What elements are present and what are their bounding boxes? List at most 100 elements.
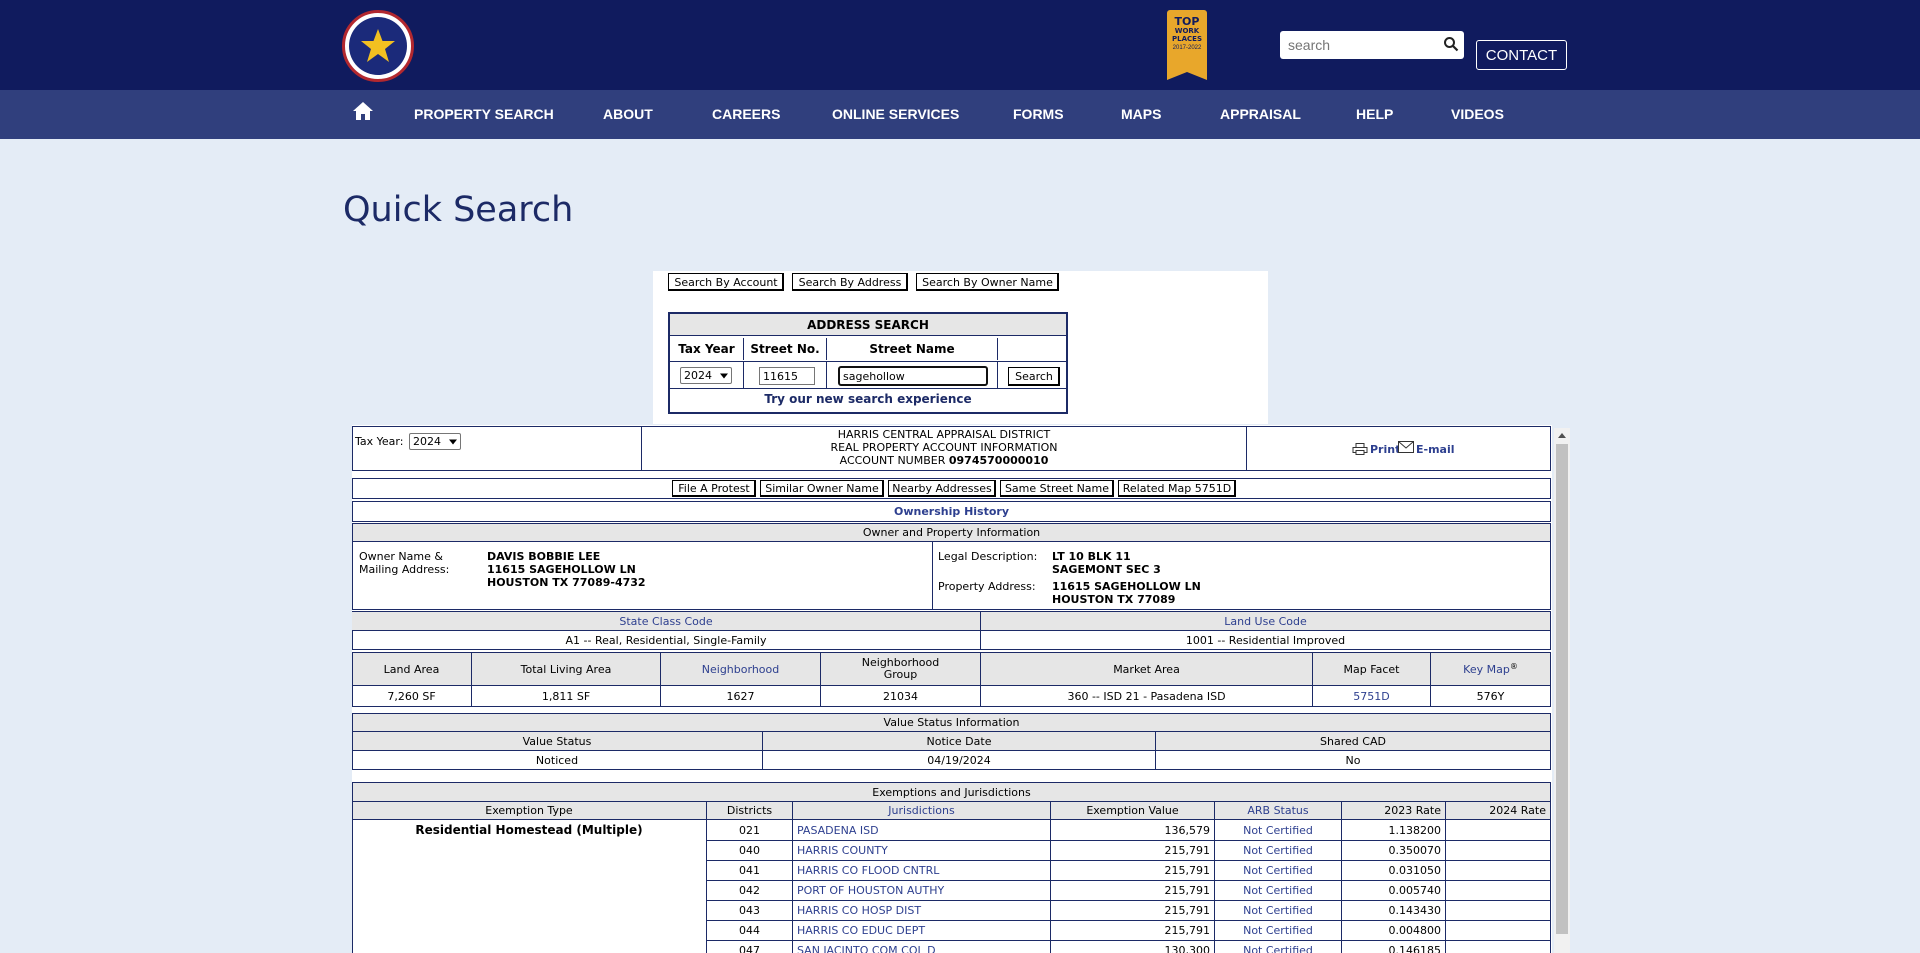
owner-address: DAVIS BOBBIE LEE 11615 SAGEHOLLOW LN HOU… bbox=[487, 550, 646, 589]
neighborhood-header[interactable]: Neighborhood bbox=[661, 653, 820, 685]
living-area-value: 1,811 SF bbox=[541, 689, 591, 703]
page-title: Quick Search bbox=[343, 190, 574, 230]
search-by-account-tab[interactable]: Search By Account bbox=[668, 273, 784, 291]
address-tax-year-value: 2024 bbox=[684, 369, 712, 382]
legal-description: LT 10 BLK 11 SAGEMONT SEC 3 bbox=[1052, 550, 1161, 576]
printer-icon bbox=[1352, 443, 1368, 455]
legal-line2: SAGEMONT SEC 3 bbox=[1052, 563, 1161, 576]
arb-status[interactable]: Not Certified bbox=[1215, 880, 1341, 900]
district-code: 041 bbox=[739, 863, 760, 877]
arb-status[interactable]: Not Certified bbox=[1215, 940, 1341, 953]
value-status-title: Value Status Information bbox=[883, 716, 1020, 729]
rate-2024 bbox=[1446, 940, 1550, 953]
street-name-input[interactable]: sagehollow bbox=[838, 366, 988, 386]
exemption-type-header: Exemption Type bbox=[485, 804, 573, 817]
exemption-value: 215,791 bbox=[1164, 903, 1211, 917]
results-scrollbar[interactable] bbox=[1554, 428, 1570, 953]
land-area-value: 7,260 SF bbox=[387, 689, 436, 703]
nav-about[interactable]: ABOUT bbox=[603, 106, 653, 122]
top-workplaces-badge: TOP WORK PLACES 2017-2022 bbox=[1167, 10, 1207, 80]
envelope-icon bbox=[1398, 441, 1414, 453]
top-header: TOP WORK PLACES 2017-2022 CONTACT bbox=[0, 0, 1920, 90]
nav-help[interactable]: HELP bbox=[1356, 106, 1393, 122]
nav-videos[interactable]: VIDEOS bbox=[1451, 106, 1504, 122]
neighborhood-group-line2: Group bbox=[883, 668, 918, 681]
nav-careers[interactable]: CAREERS bbox=[712, 106, 780, 122]
value-status-value: Noticed bbox=[535, 753, 579, 767]
contact-button[interactable]: CONTACT bbox=[1476, 40, 1567, 70]
scroll-thumb[interactable] bbox=[1556, 444, 1568, 934]
property-street: 11615 SAGEHOLLOW LN bbox=[1052, 580, 1201, 593]
site-search-input[interactable] bbox=[1280, 31, 1430, 59]
district-code: 047 bbox=[739, 943, 760, 953]
main-nav: PROPERTY SEARCH ABOUT CAREERS ONLINE SER… bbox=[0, 90, 1920, 139]
rate-2023: 0.350070 bbox=[1388, 843, 1442, 857]
land-use-value: 1001 -- Residential Improved bbox=[1185, 633, 1346, 647]
jurisdiction-link[interactable]: SAN JACINTO COM COL D bbox=[793, 940, 1050, 953]
jurisdiction-link[interactable]: HARRIS CO HOSP DIST bbox=[793, 900, 1050, 920]
file-protest-button[interactable]: File A Protest bbox=[672, 480, 756, 497]
rate-2023: 0.005740 bbox=[1388, 883, 1442, 897]
market-area-header: Market Area bbox=[1113, 662, 1180, 676]
district-code: 040 bbox=[739, 843, 760, 857]
state-class-header[interactable]: State Class Code bbox=[352, 612, 980, 630]
rate-2023: 0.146185 bbox=[1388, 943, 1442, 953]
search-icon[interactable] bbox=[1443, 36, 1459, 52]
street-no-input[interactable]: 11615 bbox=[759, 367, 815, 385]
search-by-address-tab[interactable]: Search By Address bbox=[792, 273, 908, 291]
map-facet-link[interactable]: 5751D bbox=[1313, 686, 1430, 706]
key-map-value: 576Y bbox=[1476, 689, 1505, 703]
owner-label-line1: Owner Name & bbox=[359, 550, 443, 563]
exemption-value: 215,791 bbox=[1164, 843, 1211, 857]
same-street-button[interactable]: Same Street Name bbox=[1000, 480, 1114, 497]
jurisdiction-link[interactable]: HARRIS CO EDUC DEPT bbox=[793, 920, 1050, 940]
nav-appraisal[interactable]: APPRAISAL bbox=[1220, 106, 1301, 122]
key-map-label: Key Map bbox=[1463, 662, 1510, 676]
jurisdiction-link[interactable]: PASADENA ISD bbox=[793, 820, 1050, 840]
similar-owner-button[interactable]: Similar Owner Name bbox=[760, 480, 884, 497]
arb-status[interactable]: Not Certified bbox=[1215, 920, 1341, 940]
district-code: 044 bbox=[739, 923, 760, 937]
arb-status[interactable]: Not Certified bbox=[1215, 860, 1341, 880]
nav-forms[interactable]: FORMS bbox=[1013, 106, 1064, 122]
nav-online-services[interactable]: ONLINE SERVICES bbox=[832, 106, 959, 122]
rate-2023-header: 2023 Rate bbox=[1384, 804, 1441, 817]
jurisdiction-link[interactable]: HARRIS COUNTY bbox=[793, 840, 1050, 860]
address-search-button[interactable]: Search bbox=[1008, 367, 1060, 386]
land-use-header[interactable]: Land Use Code bbox=[981, 612, 1550, 630]
try-new-search-link[interactable]: Try our new search experience bbox=[670, 392, 1066, 406]
hcad-logo[interactable] bbox=[342, 10, 414, 82]
nav-property-search[interactable]: PROPERTY SEARCH bbox=[414, 106, 554, 122]
ownership-history-link[interactable]: Ownership History bbox=[352, 502, 1551, 521]
exemption-value: 215,791 bbox=[1164, 883, 1211, 897]
arb-status[interactable]: Not Certified bbox=[1215, 840, 1341, 860]
print-link[interactable]: Print bbox=[1352, 439, 1400, 459]
arb-status[interactable]: Not Certified bbox=[1215, 820, 1341, 840]
tax-year-select[interactable]: 2024 bbox=[409, 433, 461, 450]
rate-2024 bbox=[1446, 920, 1550, 940]
district-code: 021 bbox=[739, 823, 760, 837]
owner-section-title: Owner and Property Information bbox=[352, 523, 1551, 542]
nav-maps[interactable]: MAPS bbox=[1121, 106, 1161, 122]
email-link[interactable]: E-mail bbox=[1398, 437, 1455, 457]
search-by-owner-tab[interactable]: Search By Owner Name bbox=[916, 273, 1059, 291]
scroll-up-icon[interactable] bbox=[1558, 433, 1566, 438]
jurisdiction-link[interactable]: HARRIS CO FLOOD CNTRL bbox=[793, 860, 1050, 880]
address-tax-year-select[interactable]: 2024 bbox=[680, 367, 732, 384]
district-code: 043 bbox=[739, 903, 760, 917]
living-area-header: Total Living Area bbox=[520, 662, 612, 676]
jurisdictions-header[interactable]: Jurisdictions bbox=[793, 802, 1050, 819]
report-subtitle: REAL PROPERTY ACCOUNT INFORMATION bbox=[830, 441, 1058, 454]
jurisdiction-link[interactable]: PORT OF HOUSTON AUTHY bbox=[793, 880, 1050, 900]
related-map-button[interactable]: Related Map 5751D bbox=[1118, 480, 1236, 497]
key-map-header[interactable]: Key Map ® bbox=[1431, 653, 1550, 685]
arb-status-header[interactable]: ARB Status bbox=[1215, 802, 1341, 819]
col-street-no: Street No. bbox=[744, 338, 827, 360]
col-street-name: Street Name bbox=[827, 338, 998, 360]
home-icon[interactable] bbox=[352, 101, 374, 121]
exemption-value: 136,579 bbox=[1164, 823, 1211, 837]
nearby-addresses-button[interactable]: Nearby Addresses bbox=[888, 480, 996, 497]
district-name: HARRIS CENTRAL APPRAISAL DISTRICT bbox=[837, 428, 1051, 441]
shared-cad-value: No bbox=[1345, 753, 1361, 767]
arb-status[interactable]: Not Certified bbox=[1215, 900, 1341, 920]
